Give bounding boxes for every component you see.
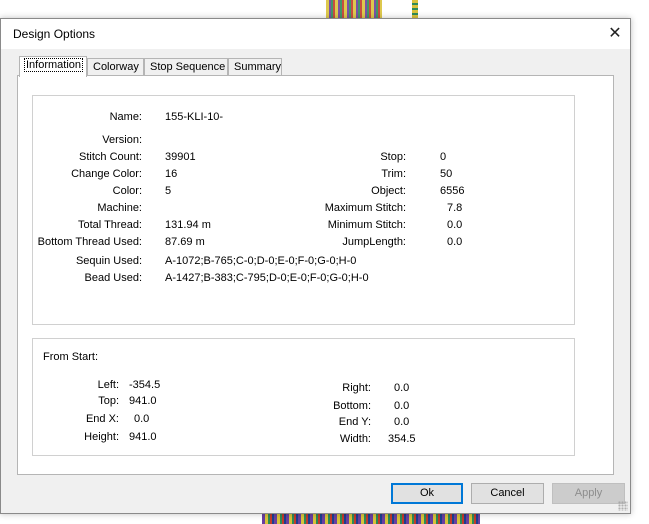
bead-used-value: A-1427;B-383;C-795;D-0;E-0;F-0;G-0;H-0 bbox=[165, 272, 369, 284]
right-value: 0.0 bbox=[394, 382, 410, 394]
stitch-count-label: Stitch Count: bbox=[79, 151, 142, 163]
minimum-stitch-value: 0.0 bbox=[447, 219, 463, 231]
height-value: 941.0 bbox=[129, 431, 157, 443]
cancel-button[interactable]: Cancel bbox=[471, 483, 544, 504]
bead-used-label: Bead Used: bbox=[84, 272, 142, 284]
object-value: 6556 bbox=[440, 185, 465, 197]
total-thread-label: Total Thread: bbox=[77, 219, 142, 231]
sequin-used-value: A-1072;B-765;C-0;D-0;E-0;F-0;G-0;H-0 bbox=[165, 255, 357, 267]
machine-label: Machine: bbox=[97, 202, 142, 214]
bottom-thread-used-label: Bottom Thread Used: bbox=[37, 236, 142, 248]
tab-information[interactable]: Information bbox=[19, 56, 87, 77]
tab-information-label: Information bbox=[23, 58, 84, 72]
ok-button[interactable]: Ok bbox=[391, 483, 463, 504]
tab-summary-label: Summary bbox=[234, 61, 282, 73]
minimum-stitch-label: Minimum Stitch: bbox=[327, 219, 406, 231]
from-start-heading: From Start: bbox=[43, 351, 99, 363]
tab-stop-sequence[interactable]: Stop Sequence bbox=[144, 58, 228, 75]
maximum-stitch-label: Maximum Stitch: bbox=[324, 202, 406, 214]
end-y-value: 0.0 bbox=[394, 416, 410, 428]
width-label: Width: bbox=[339, 433, 371, 445]
change-color-label: Change Color: bbox=[71, 168, 142, 180]
object-label: Object: bbox=[371, 185, 406, 197]
jump-length-label: JumpLength: bbox=[342, 236, 406, 248]
change-color-value: 16 bbox=[165, 168, 178, 180]
stop-value: 0 bbox=[440, 151, 447, 163]
end-x-value: 0.0 bbox=[134, 413, 150, 425]
color-value: 5 bbox=[165, 185, 172, 197]
right-label: Right: bbox=[342, 382, 371, 394]
design-options-dialog: Design Options ✕ Information Colorway St… bbox=[0, 18, 631, 514]
title-bar[interactable]: Design Options ✕ bbox=[1, 19, 630, 49]
bottom-value: 0.0 bbox=[394, 400, 410, 412]
left-value: -354.5 bbox=[129, 379, 161, 391]
color-label: Color: bbox=[112, 185, 142, 197]
desktop-background: Design Options ✕ Information Colorway St… bbox=[0, 0, 649, 524]
height-label: Height: bbox=[84, 431, 119, 443]
end-x-label: End X: bbox=[85, 413, 119, 425]
jump-length-value: 0.0 bbox=[447, 236, 463, 248]
resize-grip-icon[interactable] bbox=[618, 501, 628, 511]
from-start-group: From Start: Left: -354.5 Top: 941.0 End … bbox=[32, 338, 575, 456]
top-value: 941.0 bbox=[129, 395, 157, 407]
name-value: 155-KLI-10- bbox=[165, 111, 224, 123]
trim-value: 50 bbox=[440, 168, 453, 180]
top-label: Top: bbox=[98, 395, 119, 407]
stop-label: Stop: bbox=[380, 151, 406, 163]
tab-colorway-label: Colorway bbox=[93, 61, 139, 73]
stitch-count-value: 39901 bbox=[165, 151, 196, 163]
bottom-label: Bottom: bbox=[333, 400, 371, 412]
total-thread-value: 131.94 m bbox=[165, 219, 211, 231]
sequin-used-label: Sequin Used: bbox=[75, 255, 142, 267]
design-info-group: Name: 155-KLI-10- Version: Stitch Count:… bbox=[32, 95, 575, 325]
trim-label: Trim: bbox=[381, 168, 406, 180]
dialog-title: Design Options bbox=[13, 27, 96, 41]
tab-colorway[interactable]: Colorway bbox=[87, 58, 144, 75]
width-value: 354.5 bbox=[388, 433, 416, 445]
maximum-stitch-value: 7.8 bbox=[447, 202, 463, 214]
end-y-label: End Y: bbox=[338, 416, 371, 428]
version-label: Version: bbox=[102, 134, 142, 146]
tab-stop-sequence-label: Stop Sequence bbox=[150, 61, 226, 73]
tab-summary[interactable]: Summary bbox=[228, 58, 282, 75]
close-icon[interactable]: ✕ bbox=[600, 19, 630, 49]
apply-button[interactable]: Apply bbox=[552, 483, 625, 504]
information-panel: Name: 155-KLI-10- Version: Stitch Count:… bbox=[17, 75, 614, 475]
left-label: Left: bbox=[97, 379, 119, 391]
bottom-thread-used-value: 87.69 m bbox=[165, 236, 205, 248]
name-label: Name: bbox=[109, 111, 142, 123]
